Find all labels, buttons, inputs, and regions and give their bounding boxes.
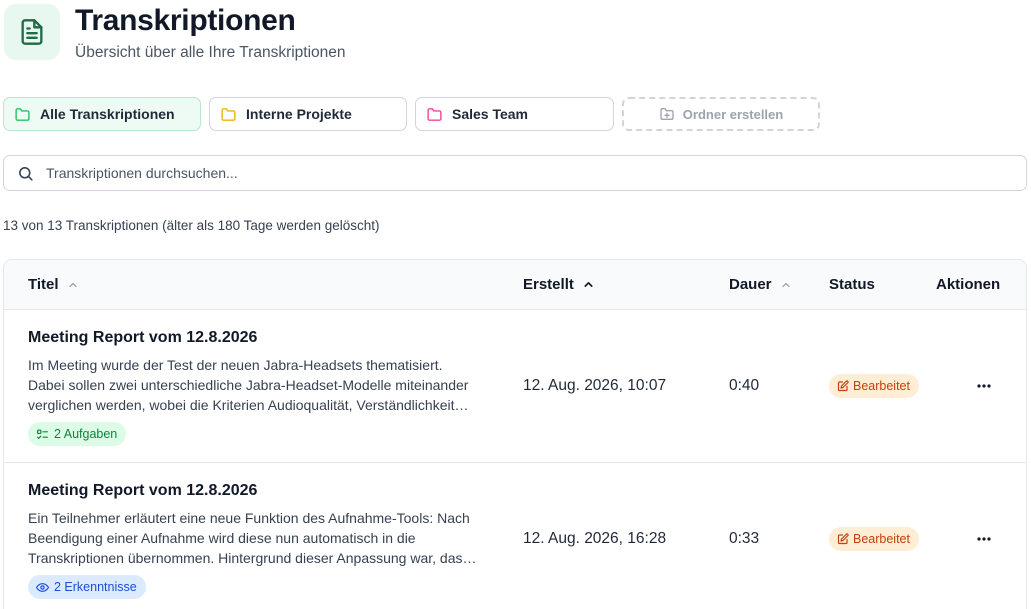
sort-up-icon — [781, 282, 790, 287]
search-icon — [19, 166, 33, 181]
more-horizontal-icon — [977, 384, 991, 388]
create-folder-label: Ordner erstellen — [682, 106, 784, 122]
table-row[interactable]: Meeting Report vom 12.8.2026 Ein Teilneh… — [4, 463, 1026, 609]
duration: 0:40 — [729, 377, 760, 394]
folder-tab-sales-team[interactable]: Sales Team — [415, 97, 614, 131]
folder-tab-interne-projekte[interactable]: Interne Projekte — [209, 97, 407, 131]
folder-icon — [427, 107, 442, 121]
transcription-summary: Ein Teilnehmer erläutert eine neue Funkt… — [28, 510, 477, 566]
sort-up-icon — [68, 282, 77, 287]
search-bar — [3, 155, 1027, 191]
more-horizontal-icon — [977, 537, 991, 541]
page-header: Transkriptionen Übersicht über alle Ihre… — [4, 4, 346, 62]
column-header-actions: Aktionen — [936, 276, 1001, 293]
create-folder-button[interactable]: Ordner erstellen — [622, 97, 820, 131]
folder-tabs: Alle Transkriptionen Interne Projekte Sa… — [3, 97, 828, 131]
transcriptions-table: Titel Erstellt Dauer Status Aktionen Mee… — [3, 259, 1027, 609]
result-count: 13 von 13 Transkriptionen (älter als 180… — [3, 218, 380, 233]
table-header: Titel Erstellt Dauer Status Aktionen — [4, 260, 1026, 310]
document-icon — [4, 4, 60, 60]
folder-icon — [221, 107, 236, 121]
column-header-created[interactable]: Erstellt — [523, 276, 595, 293]
tasks-chip[interactable]: 2 Aufgaben — [28, 422, 127, 446]
status-badge: Bearbeitet — [829, 527, 919, 551]
checklist-icon — [37, 429, 48, 439]
column-header-title[interactable]: Titel — [28, 276, 79, 293]
transcription-title[interactable]: Meeting Report vom 12.8.2026 — [28, 329, 257, 347]
column-header-duration[interactable]: Dauer — [729, 276, 792, 293]
created-date: 12. Aug. 2026, 16:28 — [523, 530, 667, 547]
transcription-summary: Im Meeting wurde der Test der neuen Jabr… — [28, 357, 469, 413]
sort-up-icon — [584, 282, 593, 287]
folder-icon — [15, 107, 30, 121]
more-actions-button[interactable] — [970, 376, 998, 396]
created-date: 12. Aug. 2026, 10:07 — [523, 377, 667, 394]
status-badge: Bearbeitet — [829, 374, 919, 398]
search-input[interactable] — [46, 165, 946, 181]
folder-tab-label: Sales Team — [452, 106, 529, 122]
folder-plus-icon — [660, 108, 674, 120]
insights-chip[interactable]: 2 Erkenntnisse — [28, 575, 146, 599]
transcription-title[interactable]: Meeting Report vom 12.8.2026 — [28, 482, 257, 500]
page-title: Transkriptionen — [75, 4, 296, 37]
folder-tab-label: Alle Transkriptionen — [40, 106, 175, 122]
edit-icon — [837, 380, 849, 392]
eye-icon — [36, 582, 49, 592]
folder-tab-all[interactable]: Alle Transkriptionen — [3, 97, 201, 131]
duration: 0:33 — [729, 530, 760, 547]
edit-icon — [837, 533, 849, 545]
more-actions-button[interactable] — [970, 529, 998, 549]
page-subtitle: Übersicht über alle Ihre Transkriptionen — [75, 44, 346, 61]
folder-tab-label: Interne Projekte — [246, 106, 352, 122]
column-header-status: Status — [829, 276, 875, 293]
table-row[interactable]: Meeting Report vom 12.8.2026 Im Meeting … — [4, 310, 1026, 463]
